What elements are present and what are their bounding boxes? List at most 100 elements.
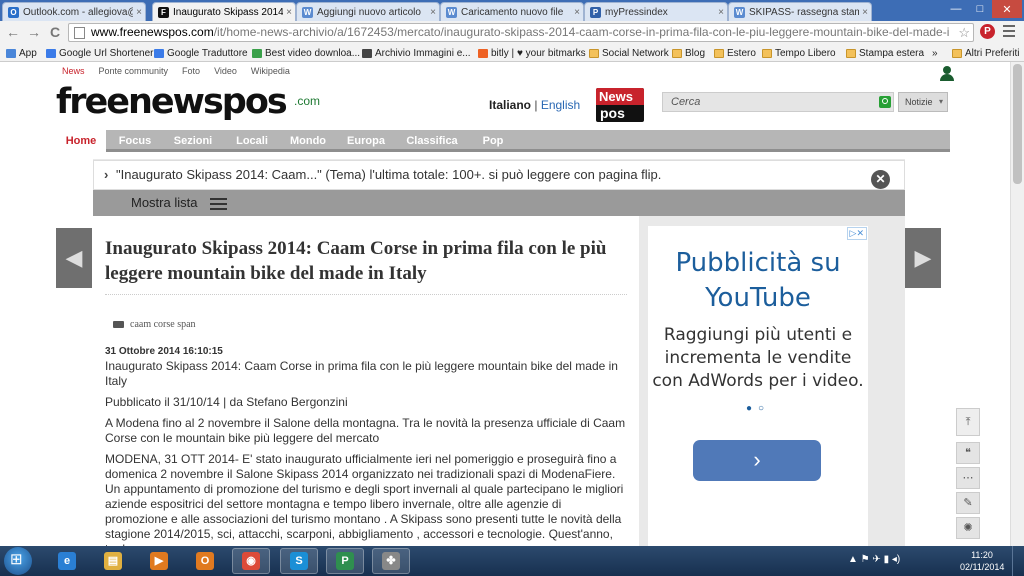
bookmark-item[interactable]: »: [932, 46, 938, 60]
quote-icon[interactable]: ❝: [956, 442, 980, 464]
start-button[interactable]: [4, 547, 32, 575]
taskbar-app[interactable]: ✤: [372, 548, 410, 574]
settings-icon[interactable]: ✺: [956, 517, 980, 539]
search-scope-select[interactable]: Notizie ▾: [898, 92, 948, 112]
browser-tab[interactable]: PmyPressindex ×: [584, 2, 728, 21]
reload-button[interactable]: C: [47, 24, 63, 40]
ticker-bar[interactable]: › "Inaugurato Skipass 2014: Caam..." (Te…: [93, 160, 905, 190]
close-icon[interactable]: ✕: [871, 170, 890, 189]
bookmark-item[interactable]: Altri Preferiti: [952, 46, 1019, 60]
tab-close-icon[interactable]: ×: [571, 7, 583, 18]
prev-article-button[interactable]: ◀: [56, 228, 92, 288]
taskbar-app[interactable]: O: [186, 548, 224, 574]
bookmark-favicon-icon: [46, 48, 56, 58]
main-nav-item[interactable]: Pop: [470, 130, 516, 152]
taskbar-app[interactable]: ◉: [232, 548, 270, 574]
taskbar-app[interactable]: e: [48, 548, 86, 574]
tab-title: Inaugurato Skipass 2014: C: [173, 6, 283, 18]
forward-button[interactable]: →: [26, 24, 42, 40]
taskbar-app[interactable]: ▤: [94, 548, 132, 574]
topnav-item[interactable]: Foto: [182, 66, 200, 76]
back-button[interactable]: ←: [5, 24, 21, 40]
maximize-button[interactable]: □: [968, 0, 992, 18]
main-nav-item[interactable]: Home: [56, 128, 106, 154]
bookmark-item[interactable]: Blog: [672, 46, 705, 60]
bookmark-item[interactable]: Google Traduttore: [154, 46, 248, 60]
edit-icon[interactable]: ✎: [956, 492, 980, 514]
search-icon[interactable]: [879, 96, 891, 108]
browser-tab[interactable]: F Inaugurato Skipass 2014: C×: [152, 2, 296, 21]
bookmark-item[interactable]: Estero: [714, 46, 756, 60]
address-bar[interactable]: www.freenewspos.com/it/home-news-archivi…: [68, 23, 974, 42]
tab-close-icon[interactable]: ×: [427, 7, 439, 18]
browser-tab[interactable]: W SKIPASS- rassegna stampa×: [728, 2, 872, 21]
topnav-item[interactable]: Wikipedia: [251, 66, 290, 76]
bookmark-star-icon[interactable]: ☆: [958, 24, 970, 41]
tab-close-icon[interactable]: ×: [715, 7, 727, 18]
tab-close-icon[interactable]: ×: [283, 7, 295, 18]
main-nav-item[interactable]: Mondo: [282, 130, 334, 152]
tab-close-icon[interactable]: ×: [859, 7, 871, 18]
topnav-item[interactable]: Video: [214, 66, 237, 76]
bookmark-item[interactable]: Tempo Libero: [762, 46, 836, 60]
browser-menu-icon[interactable]: [1003, 25, 1015, 37]
clock[interactable]: 11:20 02/11/2014: [960, 549, 1004, 573]
taskbar-app[interactable]: P: [326, 548, 364, 574]
browser-tab[interactable]: W Caricamento nuovo file ×: [440, 2, 584, 21]
publisher-icon: P: [336, 552, 354, 570]
show-desktop-button[interactable]: [1012, 546, 1024, 576]
bookmarks-bar: App Google Url Shortener Google Traduttore…: [0, 43, 1024, 62]
bookmark-label: Social Network: [602, 47, 669, 59]
ad-pager-dots[interactable]: ●○: [648, 403, 868, 414]
back-to-top-icon[interactable]: ⤒: [956, 408, 980, 436]
browser-tab[interactable]: W Aggiungi nuovo articolo ×: [296, 2, 440, 21]
chevron-right-icon: ›: [104, 167, 109, 182]
outlook-icon: O: [196, 552, 214, 570]
main-nav-item[interactable]: Sezioni: [164, 130, 222, 152]
main-nav-item[interactable]: Focus: [108, 130, 162, 152]
main-nav-item[interactable]: Europa: [338, 130, 394, 152]
lang-italiano[interactable]: Italiano: [489, 98, 531, 112]
bookmark-label: Archivio Immagini e...: [375, 47, 471, 59]
bookmark-item[interactable]: Stampa estera: [846, 46, 924, 60]
window-close-button[interactable]: ✕: [992, 0, 1022, 18]
user-account-icon[interactable]: [939, 66, 955, 82]
bookmark-item[interactable]: Best video downloa...: [252, 46, 360, 60]
article-tag[interactable]: caam corse span: [105, 319, 627, 330]
topnav-item[interactable]: Ponte community: [99, 66, 169, 76]
share-icon[interactable]: ⋯: [956, 467, 980, 489]
list-icon[interactable]: [210, 198, 227, 210]
taskbar-app[interactable]: ▶: [140, 548, 178, 574]
bookmark-label: Tempo Libero: [775, 47, 836, 59]
lang-english[interactable]: English: [541, 98, 580, 112]
advertisement[interactable]: ▷✕ Pubblicità su YouTube Raggiungi più u…: [648, 226, 868, 546]
bookmark-item[interactable]: Google Url Shortener: [46, 46, 154, 60]
folder-icon: [846, 48, 856, 58]
main-nav-item[interactable]: Locali: [226, 130, 278, 152]
page-scrollbar[interactable]: [1010, 62, 1024, 546]
bookmark-item[interactable]: bitly | ♥ your bitmarks: [478, 46, 586, 60]
language-switch: Italiano | English: [489, 98, 580, 112]
ad-cta-button[interactable]: ›: [693, 440, 821, 481]
adchoices-icon[interactable]: ▷✕: [846, 227, 867, 240]
bookmark-item[interactable]: Social Network: [589, 46, 669, 60]
main-nav-item[interactable]: Classifica: [398, 130, 466, 152]
bookmark-item[interactable]: Archivio Immagini e...: [362, 46, 471, 60]
pinterest-extension-icon[interactable]: P: [980, 24, 995, 39]
minimize-button[interactable]: —: [944, 0, 968, 18]
folder-icon: [672, 48, 682, 58]
system-tray[interactable]: ▲ ⚑ ✈ ▮ ◂): [848, 554, 900, 565]
mostra-lista-button[interactable]: Mostra lista: [131, 190, 197, 216]
browser-tab[interactable]: O Outlook.com - allegiova@ ×: [2, 2, 146, 21]
bookmark-favicon-icon: [252, 48, 262, 58]
bookmark-favicon-icon: [362, 48, 372, 58]
bookmark-item[interactable]: App: [6, 46, 37, 60]
taskbar-app[interactable]: S: [280, 548, 318, 574]
next-article-button[interactable]: ▶: [905, 228, 941, 288]
newspos-badge[interactable]: News pos: [596, 88, 644, 122]
tab-close-icon[interactable]: ×: [133, 7, 145, 18]
site-logo[interactable]: freenewspos: [56, 82, 288, 122]
search-input[interactable]: Cerca: [662, 92, 894, 112]
topnav-item[interactable]: News: [62, 66, 85, 76]
scrollbar-thumb[interactable]: [1013, 64, 1022, 184]
